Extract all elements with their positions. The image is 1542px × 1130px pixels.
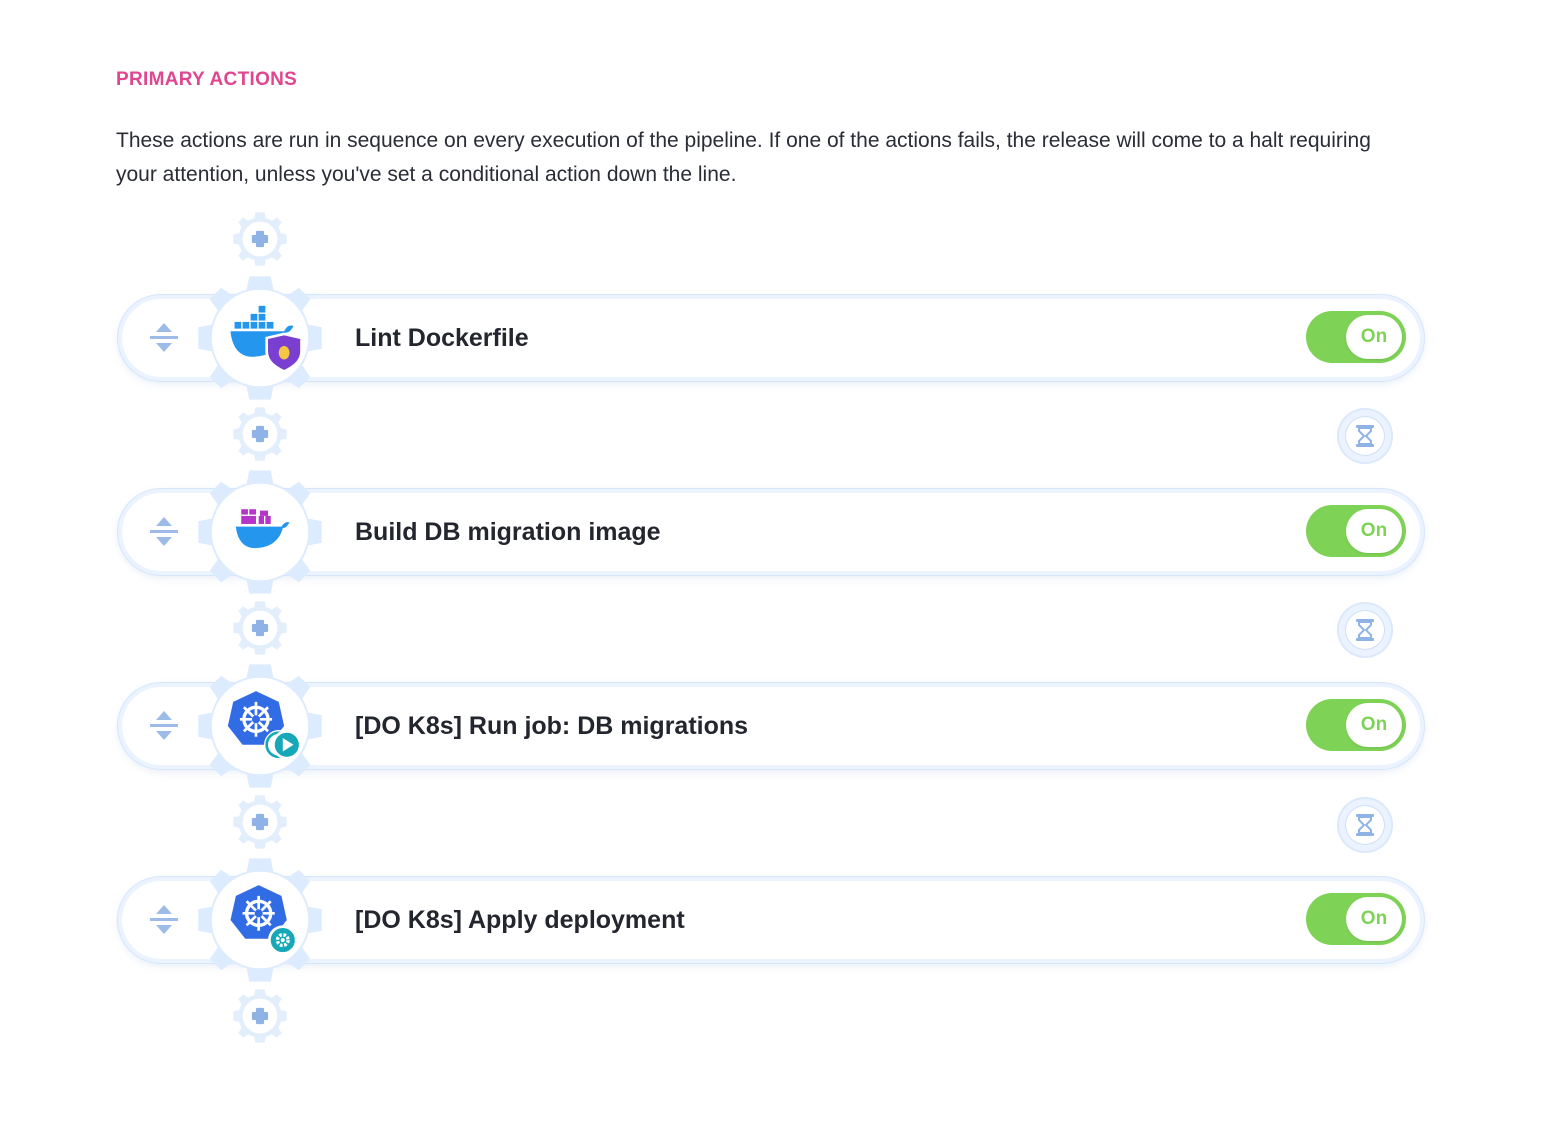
hourglass-icon bbox=[1356, 814, 1374, 836]
gear-badge-icon bbox=[268, 925, 298, 955]
toggle-label: On bbox=[1360, 714, 1388, 735]
plus-icon bbox=[233, 212, 287, 266]
action-name[interactable]: Lint Dockerfile bbox=[355, 299, 529, 377]
drag-handle-icon[interactable] bbox=[146, 321, 182, 355]
action-toggle[interactable]: On bbox=[1306, 505, 1406, 557]
drag-handle-icon[interactable] bbox=[146, 515, 182, 549]
pipeline: Lint Dockerfile On Build DB migration im… bbox=[0, 0, 1542, 1130]
toggle-label: On bbox=[1360, 326, 1388, 347]
play-badge-icon bbox=[264, 730, 302, 760]
add-wait-button[interactable] bbox=[1337, 797, 1393, 853]
drag-handle-icon[interactable] bbox=[146, 903, 182, 937]
add-wait-button[interactable] bbox=[1337, 408, 1393, 464]
add-action-button[interactable] bbox=[231, 987, 289, 1045]
action-icon-gear[interactable] bbox=[193, 853, 327, 987]
add-action-button[interactable] bbox=[231, 793, 289, 851]
action-toggle[interactable]: On bbox=[1306, 893, 1406, 945]
action-name[interactable]: [DO K8s] Apply deployment bbox=[355, 881, 685, 959]
action-icon-gear[interactable] bbox=[193, 659, 327, 793]
add-wait-button[interactable] bbox=[1337, 602, 1393, 658]
hourglass-icon bbox=[1356, 425, 1374, 447]
action-name[interactable]: [DO K8s] Run job: DB migrations bbox=[355, 687, 748, 765]
plus-icon bbox=[233, 989, 287, 1043]
hourglass-icon bbox=[1356, 619, 1374, 641]
action-toggle[interactable]: On bbox=[1306, 699, 1406, 751]
add-action-button[interactable] bbox=[231, 210, 289, 268]
action-icon-gear[interactable] bbox=[193, 465, 327, 599]
action-icon-gear[interactable] bbox=[193, 271, 327, 405]
add-action-button[interactable] bbox=[231, 599, 289, 657]
toggle-label: On bbox=[1360, 908, 1388, 929]
plus-icon bbox=[233, 795, 287, 849]
toggle-label: On bbox=[1360, 520, 1388, 541]
drag-handle-icon[interactable] bbox=[146, 709, 182, 743]
action-name[interactable]: Build DB migration image bbox=[355, 493, 661, 571]
action-toggle[interactable]: On bbox=[1306, 311, 1406, 363]
plus-icon bbox=[233, 407, 287, 461]
plus-icon bbox=[233, 601, 287, 655]
add-action-button[interactable] bbox=[231, 405, 289, 463]
